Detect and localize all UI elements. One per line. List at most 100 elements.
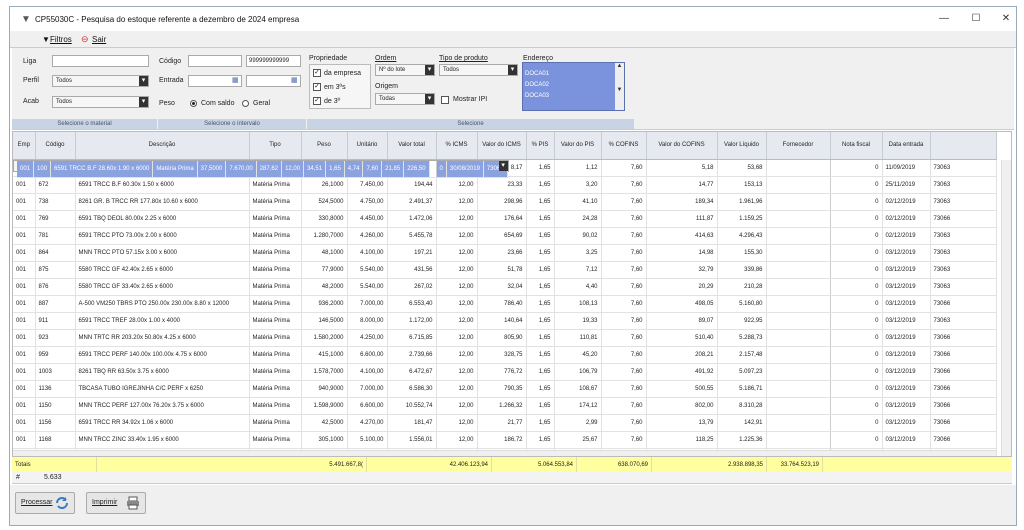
com-saldo-radio[interactable] xyxy=(190,100,197,107)
column-header[interactable]: Valor do PIS xyxy=(554,132,602,160)
filtros-button[interactable]: Filtros xyxy=(50,33,72,46)
processar-button[interactable]: Processar xyxy=(15,492,75,514)
table-cell: 73063 xyxy=(930,159,997,177)
mostrar-ipi-checkbox[interactable] xyxy=(441,96,449,104)
column-header[interactable]: Valor do COFINS xyxy=(646,132,718,160)
stock-grid[interactable]: Emp Código Descrição Tipo Peso Unitário Valor … xyxy=(12,131,1012,469)
tipo-produto-select[interactable]: Todos xyxy=(439,64,518,76)
column-header[interactable]: Data entrada xyxy=(882,132,931,160)
table-row[interactable]: 001 738 8261 GR. B TRCC RR 177.80x 10.60 x… xyxy=(13,193,997,211)
table-row[interactable]: 001 959 6591 TRCC PERF 140.00x 100.00x 4.7… xyxy=(13,346,997,364)
table-row[interactable]: 001 1156 6591 TRCC RR 34.92x 1.06 x 6000 Ma… xyxy=(13,414,997,432)
column-header[interactable]: Nota fiscal xyxy=(830,132,883,160)
table-cell: 03/12/2019 xyxy=(882,312,931,330)
origem-select[interactable]: Todas xyxy=(375,93,435,105)
table-cell: 1.578,7000 xyxy=(301,363,348,381)
endereco-item[interactable]: DOCA03 xyxy=(523,91,624,102)
table-cell: 769 xyxy=(35,210,76,228)
column-header[interactable]: Valor total xyxy=(387,132,437,160)
column-header[interactable]: % COFINS xyxy=(601,132,647,160)
column-header[interactable]: Descrição xyxy=(75,132,250,160)
table-cell: 7,60 xyxy=(601,397,647,415)
acab-select[interactable]: Todos xyxy=(52,96,149,108)
table-row[interactable]: 001 1150 MNN TRCC PERF 127.00x 76.20x 3.75… xyxy=(13,397,997,415)
perfil-select[interactable]: Todos xyxy=(52,75,149,87)
endereco-item[interactable]: DOCA02 xyxy=(523,80,624,91)
em-3os-label: em 3ºs xyxy=(324,84,346,91)
table-cell: 03/12/2019 xyxy=(882,329,931,347)
table-cell: 02/12/2019 xyxy=(882,210,931,228)
de-3o-checkbox[interactable]: ✓ xyxy=(313,97,321,105)
endereco-list[interactable]: DOCA01 DOCA02 DOCA03 ▲ ▼ xyxy=(522,62,625,111)
table-cell: 73066 xyxy=(930,295,997,313)
sair-button[interactable]: Sair xyxy=(92,33,106,46)
table-cell: 6.472,67 xyxy=(387,363,437,381)
table-row[interactable]: 001 100 6591 TRCC B.F 28.60x 1.90 x 6000 Ma… xyxy=(13,159,509,178)
table-cell: 1.280,7000 xyxy=(301,227,348,245)
table-row[interactable]: 001 911 6591 TRCC TREF 28.00x 1.00 x 4000 M… xyxy=(13,312,997,330)
table-row[interactable]: 001 875 5580 TRCC GF 42.40x 2.65 x 6000 Mat… xyxy=(13,261,997,279)
minimize-button[interactable]: — xyxy=(930,11,958,27)
close-button[interactable]: ✕ xyxy=(992,11,1016,27)
table-row[interactable]: 001 1003 8261 TBQ RR 63.50x 3.75 x 6000 Mat… xyxy=(13,363,997,381)
table-cell: 001 xyxy=(13,244,36,262)
table-row[interactable]: 001 781 6591 TRCC PTO 73.00x 2.00 x 6000 Ma… xyxy=(13,227,997,245)
totals-label: Totais xyxy=(12,457,97,473)
table-cell: 5580 TRCC GF 42.40x 2.65 x 6000 xyxy=(75,261,250,279)
column-header[interactable]: Fornecedor xyxy=(766,132,831,160)
table-cell: 7,60 xyxy=(601,363,647,381)
maximize-button[interactable]: ☐ xyxy=(962,11,990,27)
column-header[interactable]: Valor Líquido xyxy=(717,132,767,160)
table-row[interactable]: 001 769 6591 TBQ DEOL 80.00x 2.25 x 6000 Ma… xyxy=(13,210,997,228)
ordem-select[interactable]: Nº do lote xyxy=(375,64,435,76)
table-row[interactable]: 001 923 MNN TRTC RR 203.20x 50.80x 4.25 x … xyxy=(13,329,997,347)
table-cell: 12,00 xyxy=(436,397,478,415)
table-cell: 672 xyxy=(35,176,76,194)
column-header[interactable]: Unitário xyxy=(347,132,388,160)
da-empresa-label: da empresa xyxy=(324,70,361,77)
column-header[interactable]: % ICMS xyxy=(436,132,478,160)
da-empresa-checkbox[interactable]: ✓ xyxy=(313,69,321,77)
table-row[interactable]: 001 672 6591 TRCC B.F 60.30x 1.50 x 6000 Ma… xyxy=(13,176,997,194)
table-row[interactable]: 001 887 A-500 VM250 TBRS PTO 250.00x 230.0… xyxy=(13,295,997,313)
exit-icon: ⊖ xyxy=(81,34,89,44)
column-header[interactable]: Código xyxy=(35,132,76,160)
table-row[interactable]: 001 1136 TBCASA TUBO IGREJINHA C/C PERF x … xyxy=(13,380,997,398)
table-row[interactable]: 001 864 MNN TRCC PTO 57.15x 3.00 x 6000 Mat… xyxy=(13,244,997,262)
table-cell: 5.540,00 xyxy=(347,278,388,296)
column-header[interactable] xyxy=(930,132,997,160)
table-cell: 10.552,74 xyxy=(387,397,437,415)
calendar-icon[interactable]: ▦ xyxy=(232,76,239,84)
table-row[interactable]: 001 1168 MNN TRCC ZINC 33.40x 1.95 x 6000 M… xyxy=(13,431,997,449)
endereco-scrollbar[interactable]: ▲ ▼ xyxy=(615,63,624,110)
app-icon: ▼ xyxy=(21,14,31,25)
table-row[interactable]: 001 876 5580 TRCC GF 33.40x 2.65 x 6000 Mat… xyxy=(13,278,997,296)
table-cell: 03/12/2019 xyxy=(882,346,931,364)
column-header[interactable]: % PIS xyxy=(526,132,555,160)
column-header[interactable]: Peso xyxy=(301,132,348,160)
endereco-item[interactable]: DOCA01 xyxy=(523,69,624,80)
title-bar: ▼ CP55030C - Pesquisa do estoque referen… xyxy=(10,7,1016,31)
table-cell: 7.000,00 xyxy=(347,295,388,313)
liga-input[interactable] xyxy=(52,55,149,67)
column-header[interactable]: Emp xyxy=(13,132,36,160)
table-cell: 1,65 xyxy=(526,414,555,432)
table-cell: 0 xyxy=(830,244,883,262)
sair-label: Sair xyxy=(92,35,107,44)
em-3os-checkbox[interactable]: ✓ xyxy=(313,83,321,91)
imprimir-button[interactable]: Imprimir xyxy=(86,492,146,514)
column-header[interactable]: Valor do ICMS xyxy=(477,132,527,160)
table-cell: 1,65 xyxy=(526,380,555,398)
table-cell: 30/08/2019 xyxy=(446,160,484,178)
vertical-scrollbar[interactable] xyxy=(1001,160,1011,461)
table-cell: 03/12/2019 xyxy=(882,380,931,398)
table-cell: 7,60 xyxy=(601,244,647,262)
geral-radio[interactable] xyxy=(242,100,249,107)
table-cell: 73066 xyxy=(930,414,997,432)
calendar-icon[interactable]: ▦ xyxy=(291,76,298,84)
table-cell: 14,98 xyxy=(646,244,718,262)
codigo-to-input[interactable]: 999999999999 xyxy=(246,55,301,67)
table-cell: Matéria Prima xyxy=(152,160,198,178)
column-header[interactable]: Tipo xyxy=(249,132,302,160)
codigo-from-input[interactable] xyxy=(188,55,242,67)
